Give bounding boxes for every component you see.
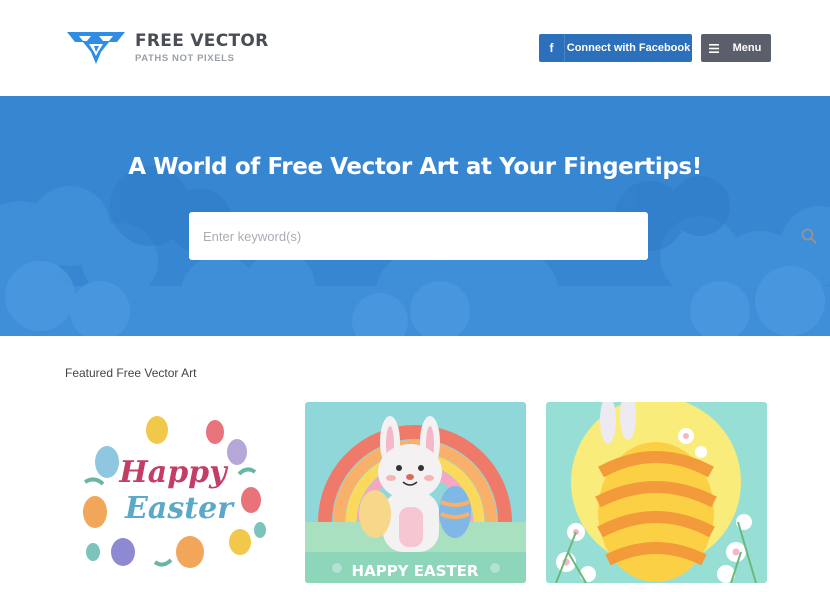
menu-button[interactable]: Menu	[701, 34, 771, 62]
logo-text: FREE VECTOR PATHS NOT PIXELS	[135, 30, 269, 64]
hero-banner: A World of Free Vector Art at Your Finge…	[0, 96, 830, 336]
card-1-title-line2: Easter	[124, 491, 235, 526]
featured-heading: Featured Free Vector Art	[65, 366, 197, 380]
search-input[interactable]	[203, 212, 593, 260]
fv-logo-icon	[67, 32, 125, 64]
site-header: FREE VECTOR PATHS NOT PIXELS f Connect w…	[0, 0, 830, 96]
hero-title: A World of Free Vector Art at Your Finge…	[128, 154, 702, 180]
featured-card-easter-bunny-rainbow[interactable]: HAPPY EASTER	[305, 402, 526, 583]
connect-facebook-button[interactable]: f Connect with Facebook	[539, 34, 692, 62]
logo-title: FREE VECTOR	[135, 30, 269, 51]
logo-tagline: PATHS NOT PIXELS	[135, 52, 235, 64]
site-logo[interactable]: FREE VECTOR PATHS NOT PIXELS	[65, 30, 269, 66]
easter-bunny-image: HAPPY EASTER	[305, 402, 526, 583]
search-icon[interactable]	[801, 228, 817, 244]
easter-wreath-image: Happy Easter	[65, 402, 286, 583]
facebook-icon: f	[539, 34, 565, 62]
connect-facebook-label: Connect with Facebook	[566, 42, 691, 54]
featured-card-decorated-egg[interactable]	[546, 402, 767, 583]
menu-label: Menu	[732, 42, 762, 54]
search-box	[189, 212, 817, 260]
decorated-egg-image	[546, 402, 767, 583]
featured-card-happy-easter-wreath[interactable]: Happy Easter	[65, 402, 286, 583]
card-2-caption: HAPPY EASTER	[352, 562, 479, 580]
card-1-title-line1: Happy	[118, 455, 229, 490]
hamburger-icon	[701, 43, 727, 53]
